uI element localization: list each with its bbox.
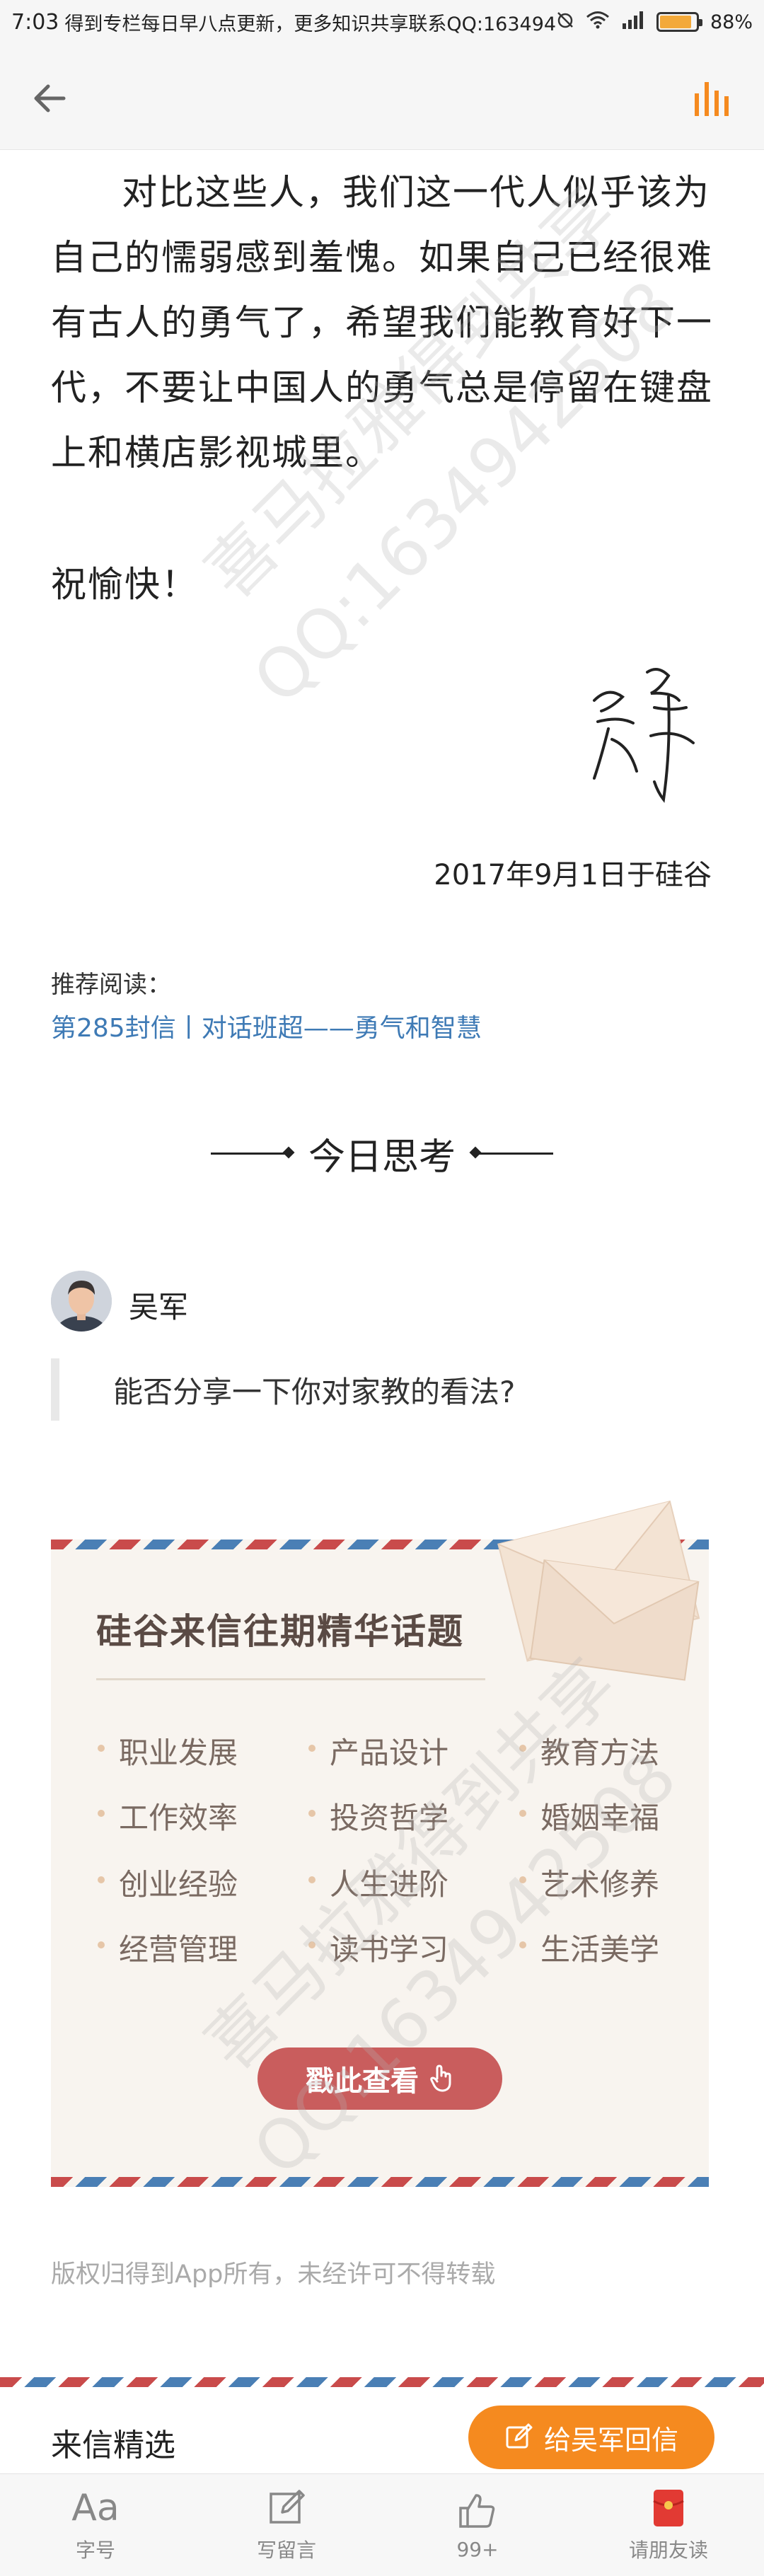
thumbs-up-icon bbox=[459, 2493, 495, 2528]
topic-item[interactable]: 创业经验 bbox=[97, 1861, 238, 1904]
back-button[interactable] bbox=[27, 74, 76, 123]
airmail-border-bottom bbox=[51, 2177, 709, 2187]
envelope-icon bbox=[481, 1472, 714, 1684]
card-title: 硅谷来信往期精华话题 bbox=[96, 1610, 464, 1652]
alarm-icon bbox=[556, 11, 574, 34]
today-thinking-title: 今日思考 bbox=[308, 1136, 456, 1179]
author-signature bbox=[580, 658, 707, 814]
topic-item[interactable]: 艺术修养 bbox=[519, 1861, 659, 1904]
topic-item[interactable]: 职业发展 bbox=[97, 1729, 238, 1772]
wifi-icon bbox=[586, 11, 610, 34]
topic-item[interactable]: 婚姻幸福 bbox=[519, 1794, 659, 1837]
topic-item[interactable]: 投资哲学 bbox=[308, 1794, 448, 1837]
signal-icon bbox=[621, 11, 645, 34]
topic-item[interactable]: 产品设计 bbox=[308, 1729, 448, 1772]
status-bar: 7:03 得到专栏每日早八点更新，更多知识共享联系QQ:1634942508 8… bbox=[0, 0, 764, 44]
article-paragraph: 对比这些人，我们这一代人似乎该为自己的懦弱感到羞愧。如果自己已经很难有古人的勇气… bbox=[51, 172, 713, 473]
tab-like[interactable]: 99+ bbox=[382, 2474, 573, 2576]
card-title-divider bbox=[96, 1678, 485, 1680]
recommend-link[interactable]: 第285封信丨对话班超——勇气和智慧 bbox=[51, 1007, 482, 1044]
tab-write-comment-label: 写留言 bbox=[256, 2539, 316, 2562]
topic-item[interactable]: 经营管理 bbox=[97, 1926, 238, 1969]
status-time: 7:03 bbox=[11, 9, 59, 35]
topic-item[interactable]: 教育方法 bbox=[519, 1729, 659, 1772]
author-name: 吴军 bbox=[129, 1290, 189, 1324]
header-divider-right bbox=[475, 1152, 553, 1155]
avatar[interactable] bbox=[51, 1271, 112, 1332]
topic-item[interactable]: 生活美学 bbox=[519, 1926, 659, 1969]
tab-font-size-label: 字号 bbox=[75, 2539, 115, 2562]
hand-pointer-icon bbox=[430, 2064, 451, 2092]
letter-date: 2017年9月1日于硅谷 bbox=[434, 859, 712, 891]
battery-fill bbox=[659, 16, 691, 28]
tab-invite-friend[interactable]: 请朋友读 bbox=[573, 2474, 764, 2576]
thinking-question: 能否分享一下你对家教的看法? bbox=[51, 1358, 709, 1421]
audio-player-button[interactable] bbox=[689, 75, 739, 125]
status-notification: 得到专栏每日早八点更新，更多知识共享联系QQ:1634942508 bbox=[64, 13, 556, 35]
back-arrow-icon bbox=[34, 84, 66, 112]
red-envelope-icon bbox=[653, 2490, 684, 2526]
copyright-notice: 版权归得到App所有，未经许可不得转载 bbox=[51, 2260, 496, 2289]
battery-icon bbox=[656, 12, 702, 32]
topic-item[interactable]: 人生进阶 bbox=[308, 1861, 448, 1904]
tab-invite-friend-label: 请朋友读 bbox=[628, 2539, 708, 2562]
font-size-icon: Aa bbox=[71, 2487, 120, 2529]
header-divider-left bbox=[210, 1152, 289, 1155]
reply-button[interactable]: 给吴军回信 bbox=[468, 2405, 714, 2469]
audio-bars-icon bbox=[695, 82, 729, 116]
compose-icon bbox=[270, 2490, 305, 2524]
airmail-border-footer bbox=[0, 2377, 764, 2387]
bottom-tab-bar: Aa 字号 写留言 99+ 请朋友读 bbox=[0, 2473, 764, 2576]
tab-like-count: 99+ bbox=[456, 2537, 499, 2561]
today-thinking-header: 今日思考 bbox=[0, 1125, 764, 1182]
topic-item[interactable]: 读书学习 bbox=[308, 1926, 448, 1969]
edit-icon bbox=[506, 2423, 533, 2449]
tab-write-comment[interactable]: 写留言 bbox=[191, 2474, 382, 2576]
reply-button-label: 给吴军回信 bbox=[543, 2424, 678, 2456]
closing-greeting: 祝愉快！ bbox=[51, 564, 198, 605]
topic-item[interactable]: 工作效率 bbox=[97, 1794, 238, 1837]
tab-font-size[interactable]: Aa 字号 bbox=[0, 2474, 191, 2576]
recommend-label: 推荐阅读： bbox=[51, 971, 171, 999]
battery-percent: 88% bbox=[710, 11, 753, 33]
view-topics-button[interactable]: 戳此查看 bbox=[257, 2047, 502, 2110]
nav-bar bbox=[0, 44, 764, 150]
selected-letters-heading: 来信精选 bbox=[51, 2427, 175, 2464]
view-button-label: 戳此查看 bbox=[306, 2064, 419, 2098]
question-text: 能否分享一下你对家教的看法? bbox=[113, 1374, 516, 1409]
